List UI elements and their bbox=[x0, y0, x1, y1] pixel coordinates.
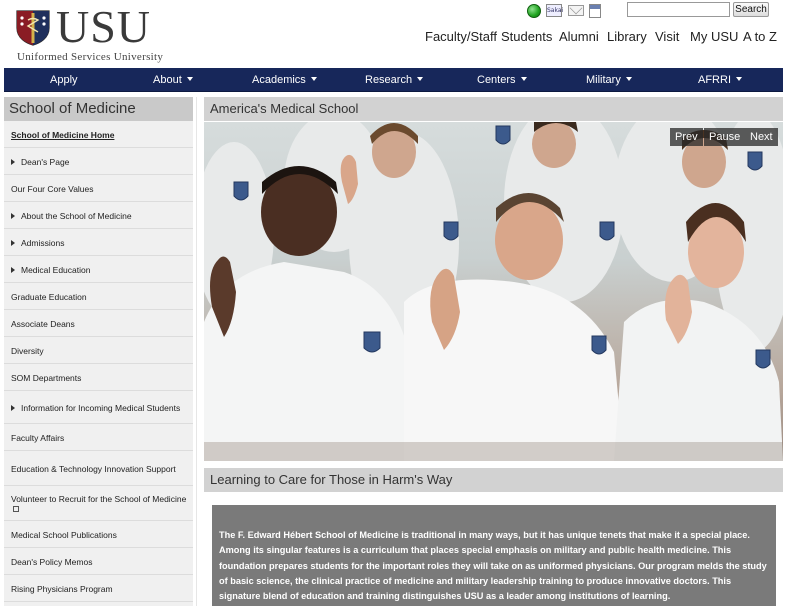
sidebar-item-core-values[interactable]: Our Four Core Values bbox=[4, 176, 193, 202]
mail-icon[interactable] bbox=[568, 5, 584, 16]
slider-prev-button[interactable]: Prev bbox=[670, 128, 703, 146]
sidebar-item-label: Dean's Page bbox=[21, 156, 70, 167]
nav-military[interactable]: Military bbox=[586, 68, 632, 92]
sidebar-title: School of Medicine bbox=[4, 97, 193, 121]
sidebar-item-volunteer-recruit[interactable]: Volunteer to Recruit for the School of M… bbox=[4, 487, 193, 521]
nav-label: Apply bbox=[50, 74, 78, 86]
nav-label: About bbox=[153, 74, 182, 86]
sidebar-item-incoming-students[interactable]: Information for Incoming Medical Student… bbox=[4, 392, 193, 424]
status-green-icon[interactable] bbox=[527, 4, 541, 18]
slider-pause-button[interactable]: Pause bbox=[704, 128, 746, 146]
sidebar-item-publications[interactable]: Medical School Publications bbox=[4, 522, 193, 548]
toplink-visit[interactable]: Visit bbox=[655, 29, 679, 44]
nav-research[interactable]: Research bbox=[365, 68, 424, 92]
sidebar-item-medical-education[interactable]: Medical Education bbox=[4, 257, 193, 283]
sidebar-item-label: Medical Education bbox=[21, 264, 91, 275]
sidebar-item-faculty-affairs[interactable]: Faculty Affairs bbox=[4, 425, 193, 451]
sidebar-item-label: Our Four Core Values bbox=[11, 183, 94, 194]
site-header: USU Uniformed Services University Sakai … bbox=[0, 0, 786, 68]
nav-apply[interactable]: Apply bbox=[50, 68, 78, 92]
nav-label: Research bbox=[365, 74, 413, 86]
toplink-library[interactable]: Library bbox=[607, 29, 647, 44]
caret-down-icon bbox=[736, 77, 742, 81]
toplink-a-to-z[interactable]: A to Z bbox=[743, 29, 777, 44]
search-input[interactable] bbox=[627, 2, 730, 17]
nav-about[interactable]: About bbox=[153, 68, 193, 92]
calendar-icon[interactable] bbox=[589, 4, 601, 18]
sidebar-item-label: SOM Departments bbox=[11, 372, 82, 383]
toplink-students[interactable]: Students bbox=[501, 29, 552, 44]
sidebar-item-label: Dean's Policy Memos bbox=[11, 556, 93, 567]
utility-icons: Sakai bbox=[527, 3, 607, 19]
sidebar-item-label: Volunteer to Recruit for the School of M… bbox=[11, 494, 193, 514]
sidebar-item-about-som[interactable]: About the School of Medicine bbox=[4, 203, 193, 229]
hero-photo bbox=[204, 122, 783, 461]
search-button[interactable]: Search bbox=[733, 2, 769, 17]
expand-arrow-icon bbox=[11, 158, 15, 165]
nav-centers[interactable]: Centers bbox=[477, 68, 527, 92]
sidebar-item-label: Associate Deans bbox=[11, 318, 75, 329]
sidebar-item-admissions[interactable]: Admissions bbox=[4, 230, 193, 256]
sidebar-item-policy-memos[interactable]: Dean's Policy Memos bbox=[4, 549, 193, 575]
nav-afrri[interactable]: AFRRI bbox=[698, 68, 742, 92]
sidebar-item-label: Education & Technology Innovation Suppor… bbox=[11, 463, 176, 474]
column-divider bbox=[196, 97, 197, 606]
caret-down-icon bbox=[625, 77, 632, 81]
expand-arrow-icon bbox=[11, 212, 15, 219]
intro-text: The F. Edward Hébert School of Medicine … bbox=[212, 505, 776, 606]
section-heading: Learning to Care for Those in Harm's Way bbox=[204, 468, 783, 492]
main-nav: Apply About Academics Research Centers M… bbox=[4, 68, 783, 92]
toplink-alumni[interactable]: Alumni bbox=[559, 29, 599, 44]
caret-down-icon bbox=[310, 77, 317, 81]
sidebar-item-label: About the School of Medicine bbox=[21, 210, 132, 221]
nav-label: Centers bbox=[477, 74, 516, 86]
sidebar-item-rising-physicians[interactable]: Rising Physicians Program bbox=[4, 576, 193, 602]
page-title: America's Medical School bbox=[204, 97, 783, 121]
sidebar-item-label: Medical School Publications bbox=[11, 529, 117, 540]
logo-subtitle: Uniformed Services University bbox=[17, 51, 164, 63]
expand-arrow-icon bbox=[11, 239, 15, 246]
sidebar-item-label: Rising Physicians Program bbox=[11, 583, 113, 594]
sidebar-item-label: Admissions bbox=[21, 237, 65, 248]
sidebar-item-diversity[interactable]: Diversity bbox=[4, 338, 193, 364]
sidebar-item-associate-deans[interactable]: Associate Deans bbox=[4, 311, 193, 337]
sidebar-item-label: Faculty Affairs bbox=[11, 432, 65, 443]
toplink-faculty-staff[interactable]: Faculty/Staff bbox=[425, 29, 497, 44]
sidebar-item-label: Graduate Education bbox=[11, 291, 87, 302]
slider-next-button[interactable]: Next bbox=[745, 128, 778, 146]
sidebar-item-label: Information for Incoming Medical Student… bbox=[21, 402, 181, 413]
sidebar-item-som-home[interactable]: School of Medicine Home bbox=[4, 122, 193, 148]
sidebar-item-graduate-education[interactable]: Graduate Education bbox=[4, 284, 193, 310]
hero-slideshow[interactable]: Prev Pause Next bbox=[204, 122, 783, 461]
sidebar: School of Medicine School of Medicine Ho… bbox=[4, 97, 193, 606]
expand-arrow-icon bbox=[11, 266, 15, 273]
sidebar-item-label-text: Volunteer to Recruit for the School of M… bbox=[11, 493, 187, 504]
caret-down-icon bbox=[186, 77, 193, 81]
nav-label: AFRRI bbox=[698, 74, 731, 86]
sidebar-item-label: Diversity bbox=[11, 345, 44, 356]
sidebar-item-label: School of Medicine Home bbox=[11, 129, 115, 140]
toplink-my-usu[interactable]: My USU bbox=[690, 29, 738, 44]
nav-academics[interactable]: Academics bbox=[252, 68, 317, 92]
nav-label: Military bbox=[586, 74, 621, 86]
caret-down-icon bbox=[520, 77, 527, 81]
top-links: Faculty/Staff Students Alumni Library Vi… bbox=[0, 29, 786, 45]
expand-arrow-icon bbox=[11, 404, 15, 411]
sidebar-item-som-departments[interactable]: SOM Departments bbox=[4, 365, 193, 391]
sakai-icon[interactable]: Sakai bbox=[546, 4, 563, 17]
external-link-icon bbox=[13, 505, 19, 512]
nav-label: Academics bbox=[252, 74, 306, 86]
sidebar-item-etis[interactable]: Education & Technology Innovation Suppor… bbox=[4, 452, 193, 486]
caret-down-icon bbox=[417, 77, 424, 81]
sidebar-item-deans-page[interactable]: Dean's Page bbox=[4, 149, 193, 175]
